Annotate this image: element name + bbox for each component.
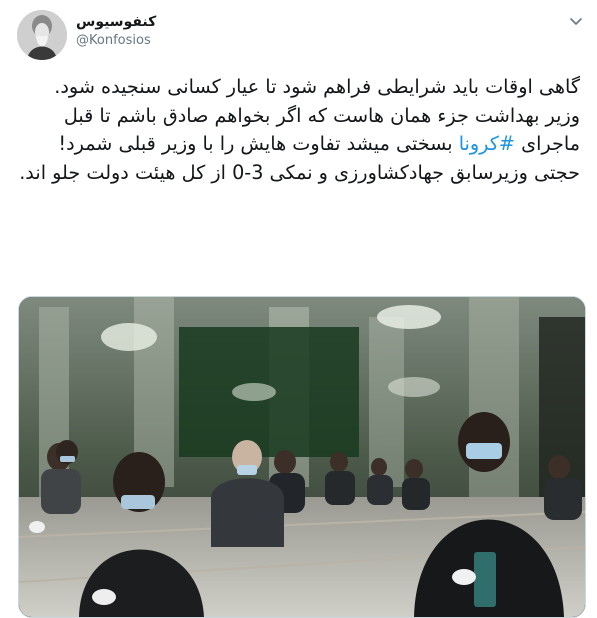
author-names: کنفوسیوس @Konfosios [76, 13, 156, 51]
tweet-line-3: حجتی وزیرسابق جهادکشاورزی و نمکی 3-0 از … [19, 160, 580, 184]
author-display-name[interactable]: کنفوسیوس [76, 13, 156, 31]
avatar-portrait [17, 10, 67, 60]
avatar[interactable] [17, 10, 67, 60]
tweet-line-2b: بسختی میشد تفاوت هایش را با وزیر قبلی شم… [58, 132, 459, 156]
photo-mosque-gathering [19, 297, 585, 617]
author-handle[interactable]: @Konfosios [76, 31, 156, 51]
tweet-menu-button[interactable] [568, 13, 584, 29]
chevron-down-icon [570, 18, 582, 25]
tweet-header: کنفوسیوس @Konfosios [0, 0, 597, 70]
hashtag-link[interactable]: #کرونا [459, 132, 515, 155]
tweet-text: گاهی اوقات باید شرایطی فراهم شود تا عیار… [18, 73, 580, 187]
tweet-photo[interactable] [18, 296, 586, 618]
tweet-line-1: گاهی اوقات باید شرایطی فراهم شود تا عیار… [54, 75, 580, 98]
